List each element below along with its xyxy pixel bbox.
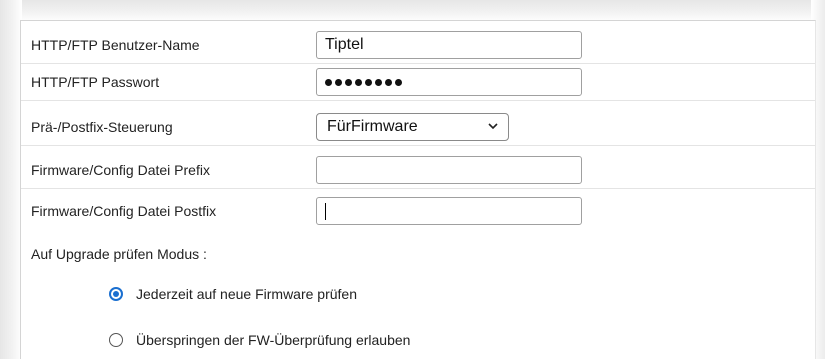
config-prefix-input[interactable] <box>316 156 582 184</box>
password-mask-dot <box>375 78 382 86</box>
window-shadow-left <box>0 0 22 359</box>
password-mask-dot <box>355 78 362 86</box>
password-input[interactable] <box>316 68 582 96</box>
upgrade-option-always[interactable]: Jederzeit auf neue Firmware prüfen <box>109 284 357 304</box>
config-prefix-label: Firmware/Config Datei Prefix <box>31 162 210 178</box>
upgrade-mode-label: Auf Upgrade prüfen Modus : <box>31 246 207 262</box>
settings-panel: HTTP/FTP Benutzer-Name HTTP/FTP Passwort… <box>20 20 816 359</box>
password-label: HTTP/FTP Passwort <box>31 74 160 90</box>
upgrade-option-skip[interactable]: Überspringen der FW-Überprüfung erlauben <box>109 330 410 350</box>
password-row: HTTP/FTP Passwort <box>21 64 815 101</box>
config-prefix-row: Firmware/Config Datei Prefix <box>21 152 815 189</box>
password-mask-dot <box>345 78 352 86</box>
text-caret <box>325 203 326 220</box>
username-input[interactable] <box>316 31 582 59</box>
config-postfix-input[interactable] <box>316 197 582 225</box>
upgrade-option-skip-label: Überspringen der FW-Überprüfung erlauben <box>136 332 411 348</box>
username-row: HTTP/FTP Benutzer-Name <box>21 27 815 64</box>
config-postfix-row: Firmware/Config Datei Postfix <box>21 193 815 230</box>
radio-unchecked-icon[interactable] <box>109 333 123 347</box>
password-mask-dot <box>325 78 332 86</box>
config-postfix-label: Firmware/Config Datei Postfix <box>31 203 217 219</box>
prefix-control-label: Prä-/Postfix-Steuerung <box>31 119 173 135</box>
password-mask-dot <box>395 78 402 86</box>
prefix-control-select[interactable]: FürFirmware <box>316 113 509 141</box>
prefix-control-row: Prä-/Postfix-Steuerung FürFirmware <box>21 109 815 146</box>
window-shadow-top <box>0 0 825 22</box>
password-mask-dot <box>335 78 342 86</box>
upgrade-option-always-label: Jederzeit auf neue Firmware prüfen <box>136 286 357 302</box>
chevron-down-icon <box>488 123 498 130</box>
prefix-control-selected-value: FürFirmware <box>327 118 418 135</box>
username-label: HTTP/FTP Benutzer-Name <box>31 37 200 53</box>
password-mask-dot <box>385 78 392 86</box>
radio-checked-icon[interactable] <box>109 287 123 301</box>
password-mask-dot <box>365 78 372 86</box>
